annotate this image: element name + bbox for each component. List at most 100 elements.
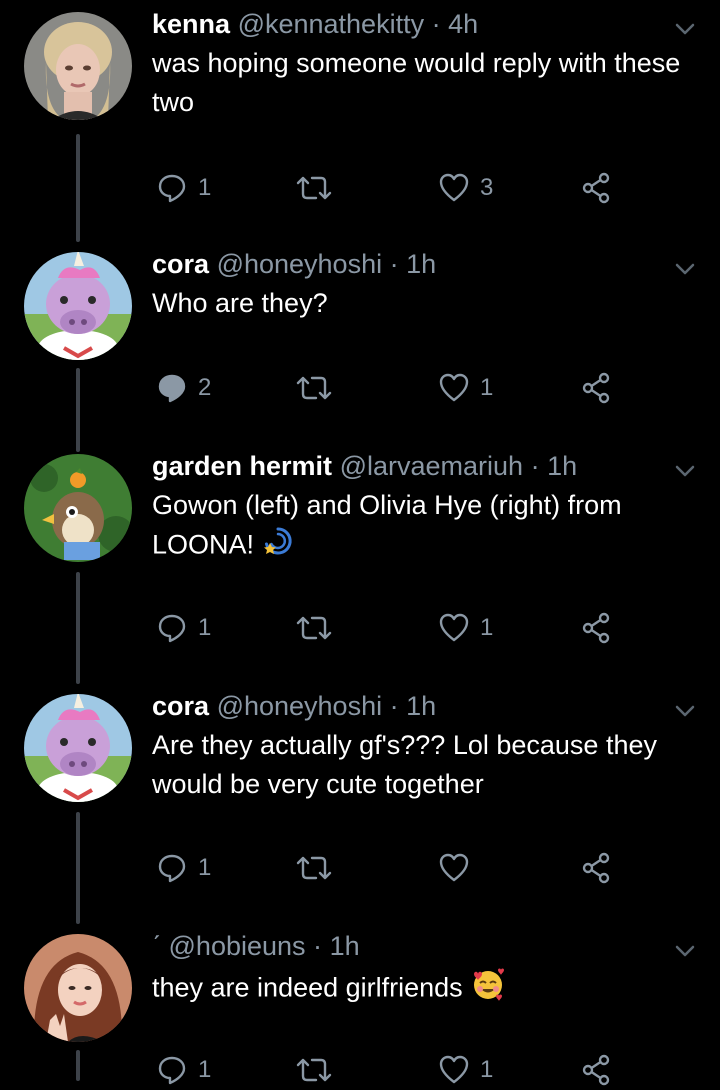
tweet-actions: 2 1 bbox=[152, 368, 632, 408]
like-count: 1 bbox=[480, 1056, 494, 1083]
handle[interactable]: @larvaemariuh bbox=[340, 451, 523, 481]
tweet-actions: 1 1 bbox=[152, 608, 632, 648]
retweet-icon bbox=[296, 176, 332, 200]
heart-icon bbox=[439, 373, 469, 402]
heart-icon bbox=[439, 173, 469, 202]
like-button[interactable] bbox=[438, 848, 480, 888]
display-name[interactable]: garden hermit bbox=[152, 451, 332, 481]
handle[interactable]: @hobieuns bbox=[169, 931, 306, 961]
retweet-icon bbox=[296, 1058, 332, 1082]
heart-icon bbox=[439, 853, 469, 882]
share-button[interactable] bbox=[580, 848, 612, 888]
chevron-down-icon[interactable] bbox=[674, 18, 696, 40]
reply-button[interactable]: 1 bbox=[156, 168, 211, 208]
timestamp[interactable]: 1h bbox=[330, 931, 360, 961]
reply-count: 1 bbox=[198, 1056, 212, 1083]
like-button[interactable]: 3 bbox=[438, 168, 493, 208]
handle[interactable]: @honeyhoshi bbox=[217, 691, 383, 721]
retweet-icon bbox=[296, 856, 332, 880]
user-avatar[interactable] bbox=[24, 252, 132, 360]
reply-icon bbox=[158, 174, 186, 203]
reply-button[interactable]: 1 bbox=[156, 608, 211, 648]
tweet[interactable]: garden hermit @larvaemariuh · 1h Gowon (… bbox=[0, 442, 720, 682]
tweet-text-content: they are indeed girlfriends bbox=[152, 972, 463, 1003]
share-icon bbox=[582, 172, 610, 204]
handle[interactable]: @honeyhoshi bbox=[217, 249, 383, 279]
tweet-text: Gowon (left) and Olivia Hye (right) from… bbox=[152, 486, 692, 568]
user-avatar[interactable] bbox=[24, 934, 132, 1042]
retweet-button[interactable] bbox=[296, 848, 342, 888]
user-avatar[interactable] bbox=[24, 454, 132, 562]
timestamp[interactable]: 1h bbox=[406, 691, 436, 721]
reply-icon bbox=[158, 614, 186, 643]
separator-dot: · bbox=[431, 9, 441, 39]
timestamp[interactable]: 1h bbox=[406, 249, 436, 279]
timestamp[interactable]: 1h bbox=[547, 451, 577, 481]
separator-dot: · bbox=[389, 691, 399, 721]
share-button[interactable] bbox=[580, 168, 612, 208]
tweet-text: they are indeed girlfriends bbox=[152, 966, 692, 1013]
tweet-actions: 1 bbox=[152, 848, 632, 888]
tweet-header: cora @honeyhoshi · 1h bbox=[152, 248, 436, 280]
retweet-icon bbox=[296, 376, 332, 400]
tweet-text-content: Gowon (left) and Olivia Hye (right) from… bbox=[152, 490, 622, 560]
tweet-text: was hoping someone would reply with thes… bbox=[152, 48, 681, 117]
tweet-header: kenna @kennathekitty · 4h bbox=[152, 8, 478, 40]
tweet-text: Are they actually gf's??? Lol because th… bbox=[152, 730, 657, 799]
reply-count: 1 bbox=[198, 614, 212, 641]
separator-dot: · bbox=[313, 931, 323, 961]
user-avatar[interactable] bbox=[24, 12, 132, 120]
tweet[interactable]: cora @honeyhoshi · 1h Who are they? 2 1 bbox=[0, 240, 720, 450]
timestamp[interactable]: 4h bbox=[448, 9, 478, 39]
heart-icon bbox=[439, 1055, 469, 1084]
tweet[interactable]: cora @honeyhoshi · 1h Are they actually … bbox=[0, 682, 720, 922]
share-icon bbox=[582, 612, 610, 644]
reply-count: 1 bbox=[198, 854, 212, 881]
tweet-actions: 1 3 bbox=[152, 168, 632, 208]
reply-button[interactable]: 1 bbox=[156, 848, 211, 888]
tweet[interactable]: kenna @kennathekitty · 4h was hoping som… bbox=[0, 0, 720, 230]
like-button[interactable]: 1 bbox=[438, 368, 493, 408]
share-icon bbox=[582, 1054, 610, 1086]
smiling-face-with-hearts-emoji bbox=[470, 966, 506, 1013]
tweet-header: garden hermit @larvaemariuh · 1h bbox=[152, 450, 577, 482]
share-button[interactable] bbox=[580, 368, 612, 408]
tweet-actions: 1 1 bbox=[152, 1050, 632, 1090]
share-button[interactable] bbox=[580, 1050, 612, 1090]
chevron-down-icon[interactable] bbox=[674, 258, 696, 280]
like-button[interactable]: 1 bbox=[438, 1050, 493, 1090]
share-icon bbox=[582, 852, 610, 884]
retweet-button[interactable] bbox=[296, 168, 342, 208]
like-button[interactable]: 1 bbox=[438, 608, 493, 648]
like-count: 1 bbox=[480, 614, 494, 641]
tweet[interactable]: ˊ @hobieuns · 1h they are indeed girlfri… bbox=[0, 922, 720, 1086]
reply-button[interactable]: 1 bbox=[156, 1050, 211, 1090]
tweet-text: Who are they? bbox=[152, 288, 328, 318]
retweet-button[interactable] bbox=[296, 608, 342, 648]
display-name[interactable]: cora bbox=[152, 691, 209, 721]
chevron-down-icon[interactable] bbox=[674, 700, 696, 722]
chevron-down-icon[interactable] bbox=[674, 460, 696, 482]
retweet-button[interactable] bbox=[296, 368, 342, 408]
dizzy-emoji bbox=[262, 525, 294, 568]
display-name[interactable]: ˊ bbox=[152, 931, 161, 961]
heart-icon bbox=[439, 613, 469, 642]
handle[interactable]: @kennathekitty bbox=[238, 9, 425, 39]
tweet-header: cora @honeyhoshi · 1h bbox=[152, 690, 436, 722]
chevron-down-icon[interactable] bbox=[674, 940, 696, 962]
reply-button[interactable]: 2 bbox=[156, 368, 211, 408]
display-name[interactable]: kenna bbox=[152, 9, 230, 39]
retweet-button[interactable] bbox=[296, 1050, 342, 1090]
like-count: 1 bbox=[480, 374, 494, 401]
retweet-icon bbox=[296, 616, 332, 640]
share-icon bbox=[582, 372, 610, 404]
reply-icon bbox=[158, 854, 186, 883]
share-button[interactable] bbox=[580, 608, 612, 648]
reply-count: 2 bbox=[198, 374, 212, 401]
like-count: 3 bbox=[480, 174, 494, 201]
reply-icon bbox=[158, 374, 186, 403]
user-avatar[interactable] bbox=[24, 694, 132, 802]
display-name[interactable]: cora bbox=[152, 249, 209, 279]
separator-dot: · bbox=[530, 451, 540, 481]
separator-dot: · bbox=[389, 249, 399, 279]
